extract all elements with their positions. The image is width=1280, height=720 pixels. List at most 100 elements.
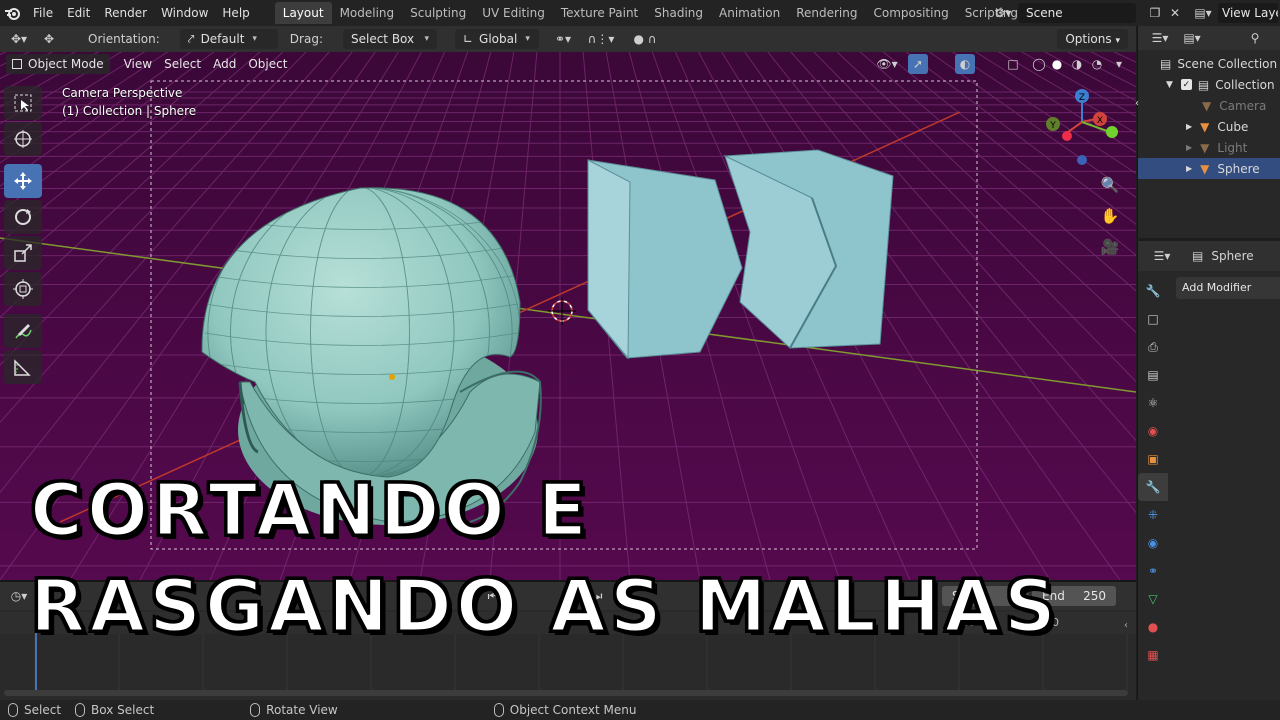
properties-editor-type-icon[interactable]: ☰▾: [1146, 246, 1178, 266]
tab-output[interactable]: ⎙: [1138, 333, 1168, 361]
proportional-edit-icon[interactable]: ● ∩: [623, 29, 667, 49]
xray-toggle-icon[interactable]: □: [1002, 54, 1024, 74]
outliner-item-cube[interactable]: ▶ ▼ Cube: [1138, 116, 1280, 137]
playhead[interactable]: [35, 614, 37, 694]
status-context-menu: Object Context Menu: [493, 703, 636, 717]
tab-material[interactable]: ●: [1138, 613, 1168, 641]
stopwatch-icon[interactable]: ⏱: [918, 586, 940, 606]
tab-constraints[interactable]: ⚭: [1138, 557, 1168, 585]
tab-scene[interactable]: ⚛: [1138, 389, 1168, 417]
tab-texture-paint[interactable]: Texture Paint: [553, 2, 646, 24]
timeline-editor-type-icon[interactable]: ◷▾: [4, 586, 34, 606]
tab-object-data[interactable]: ▽: [1138, 585, 1168, 613]
tab-texture[interactable]: ▦: [1138, 641, 1168, 669]
pivot-point-icon[interactable]: ⚭▾: [547, 29, 579, 49]
tab-physics[interactable]: ◉: [1138, 529, 1168, 557]
menu-object[interactable]: Object: [242, 54, 293, 74]
tab-object[interactable]: ▣: [1138, 445, 1168, 473]
menu-edit[interactable]: Edit: [60, 2, 97, 24]
transform-tool[interactable]: [4, 272, 42, 306]
add-modifier-button[interactable]: Add Modifier: [1176, 277, 1280, 299]
shading-options-icon[interactable]: ▾: [1108, 54, 1130, 74]
timeline-sidebar-toggle-icon[interactable]: ‹: [1124, 620, 1128, 631]
options-label: Options: [1065, 32, 1112, 46]
move-tool-icon[interactable]: ✥: [34, 29, 64, 49]
rotate-tool[interactable]: [4, 200, 42, 234]
status-select-label: Select: [24, 703, 62, 717]
select-box-tool[interactable]: [4, 86, 42, 120]
tab-layout[interactable]: Layout: [274, 2, 332, 24]
3d-viewport[interactable]: Z X Y Camera Perspective (1) Collection …: [0, 52, 1136, 580]
menu-view[interactable]: View: [118, 54, 158, 74]
menu-window[interactable]: Window: [154, 2, 215, 24]
tab-tool[interactable]: 🔧: [1138, 277, 1168, 305]
outliner-item-collection[interactable]: ▼ ✓ ▤ Collection: [1138, 74, 1280, 95]
menu-render[interactable]: Render: [97, 2, 154, 24]
menu-file[interactable]: File: [26, 2, 60, 24]
material-shading-icon[interactable]: ◑: [1066, 54, 1088, 74]
jump-end-icon[interactable]: ⏭: [586, 586, 608, 606]
tab-particles[interactable]: ⁜: [1138, 501, 1168, 529]
view-layer-field[interactable]: View Layer: [1218, 3, 1278, 23]
outliner-editor-type-icon[interactable]: ☰▾: [1144, 28, 1176, 48]
cursor-tool[interactable]: [4, 122, 42, 156]
tab-rendering[interactable]: Rendering: [788, 2, 865, 24]
timeline-scrollbar[interactable]: [4, 690, 1128, 696]
end-frame-field[interactable]: End 250: [1032, 586, 1116, 606]
outliner-scene-collection[interactable]: ▤ Scene Collection: [1138, 53, 1280, 74]
menu-add[interactable]: Add: [207, 54, 242, 74]
scale-tool[interactable]: [4, 236, 42, 270]
jump-start-icon[interactable]: ⏮: [482, 586, 504, 606]
menu-help[interactable]: Help: [215, 2, 256, 24]
rotate-icon: [15, 209, 31, 225]
tab-modeling[interactable]: Modeling: [332, 2, 403, 24]
expand-arrow-icon: ▶: [1186, 122, 1193, 131]
tab-modifiers[interactable]: 🔧: [1138, 473, 1168, 501]
options-dropdown[interactable]: Options ▾: [1057, 29, 1128, 49]
scene-name-field[interactable]: Scene: [1018, 3, 1136, 23]
tab-sculpting[interactable]: Sculpting: [402, 2, 474, 24]
play-icon[interactable]: ▶: [564, 586, 586, 606]
drag-dropdown[interactable]: Select Box ▾: [342, 29, 437, 49]
snap-icon[interactable]: ∩⋮▾: [579, 29, 623, 49]
search-icon[interactable]: ⚲: [1244, 28, 1266, 48]
collection-checkbox[interactable]: ✓: [1180, 79, 1192, 90]
transform-orientation-dropdown[interactable]: ∟ Global ▾: [454, 29, 539, 49]
tab-view-layer[interactable]: ▤: [1138, 361, 1168, 389]
tab-compositing[interactable]: Compositing: [865, 2, 956, 24]
tab-animation[interactable]: Animation: [711, 2, 788, 24]
overlay-toggle-icon[interactable]: ◐: [955, 54, 975, 74]
tool-settings-icon[interactable]: ✥▾: [4, 29, 34, 49]
outliner-item-camera[interactable]: ▼ Camera: [1138, 95, 1280, 116]
annotate-tool[interactable]: [4, 314, 42, 348]
tab-shading[interactable]: Shading: [646, 2, 711, 24]
solid-shading-icon[interactable]: ●: [1046, 54, 1068, 74]
mode-selector[interactable]: Object Mode: [6, 54, 110, 74]
rendered-shading-icon[interactable]: ◔: [1086, 54, 1108, 74]
view-layer-icon[interactable]: ▤▾: [1192, 3, 1214, 23]
new-scene-icon[interactable]: ❐: [1144, 3, 1166, 23]
start-frame-field[interactable]: Start 1: [942, 586, 1028, 606]
light-label: Light: [1217, 140, 1248, 155]
timeline-ruler[interactable]: 220 240: [0, 612, 1136, 634]
sidebar-toggle-icon[interactable]: ‹: [1124, 90, 1150, 116]
delete-scene-icon[interactable]: ✕: [1164, 3, 1186, 23]
gizmo-toggle-icon[interactable]: ➚: [908, 54, 928, 74]
display-mode-icon[interactable]: ▤▾: [1176, 28, 1208, 48]
pan-hand-icon[interactable]: ✋: [1097, 203, 1123, 229]
move-tool[interactable]: [4, 164, 42, 198]
zoom-icon[interactable]: 🔍: [1097, 172, 1123, 198]
blender-logo-icon[interactable]: [0, 0, 26, 26]
visibility-icon[interactable]: 👁▾: [872, 54, 902, 74]
properties-panel: ☰▾ ▤ Sphere 🔧 □ ⎙ ▤ ⚛ ◉ ▣ 🔧 ⁜ ◉ ⚭ ▽ ● ▦ …: [1137, 241, 1280, 720]
menu-select[interactable]: Select: [158, 54, 207, 74]
orientation-dropdown[interactable]: ⤤ Default ▾: [179, 29, 278, 49]
camera-view-icon[interactable]: 🎥: [1097, 234, 1123, 260]
tab-world[interactable]: ◉: [1138, 417, 1168, 445]
outliner-item-light[interactable]: ▶ ▼ Light: [1138, 137, 1280, 158]
outliner-item-sphere[interactable]: ▶ ▼ Sphere: [1138, 158, 1280, 179]
scene-icon[interactable]: ⚙▾: [992, 3, 1014, 23]
tab-render[interactable]: □: [1138, 305, 1168, 333]
measure-tool[interactable]: [4, 350, 42, 384]
tab-uv-editing[interactable]: UV Editing: [474, 2, 553, 24]
